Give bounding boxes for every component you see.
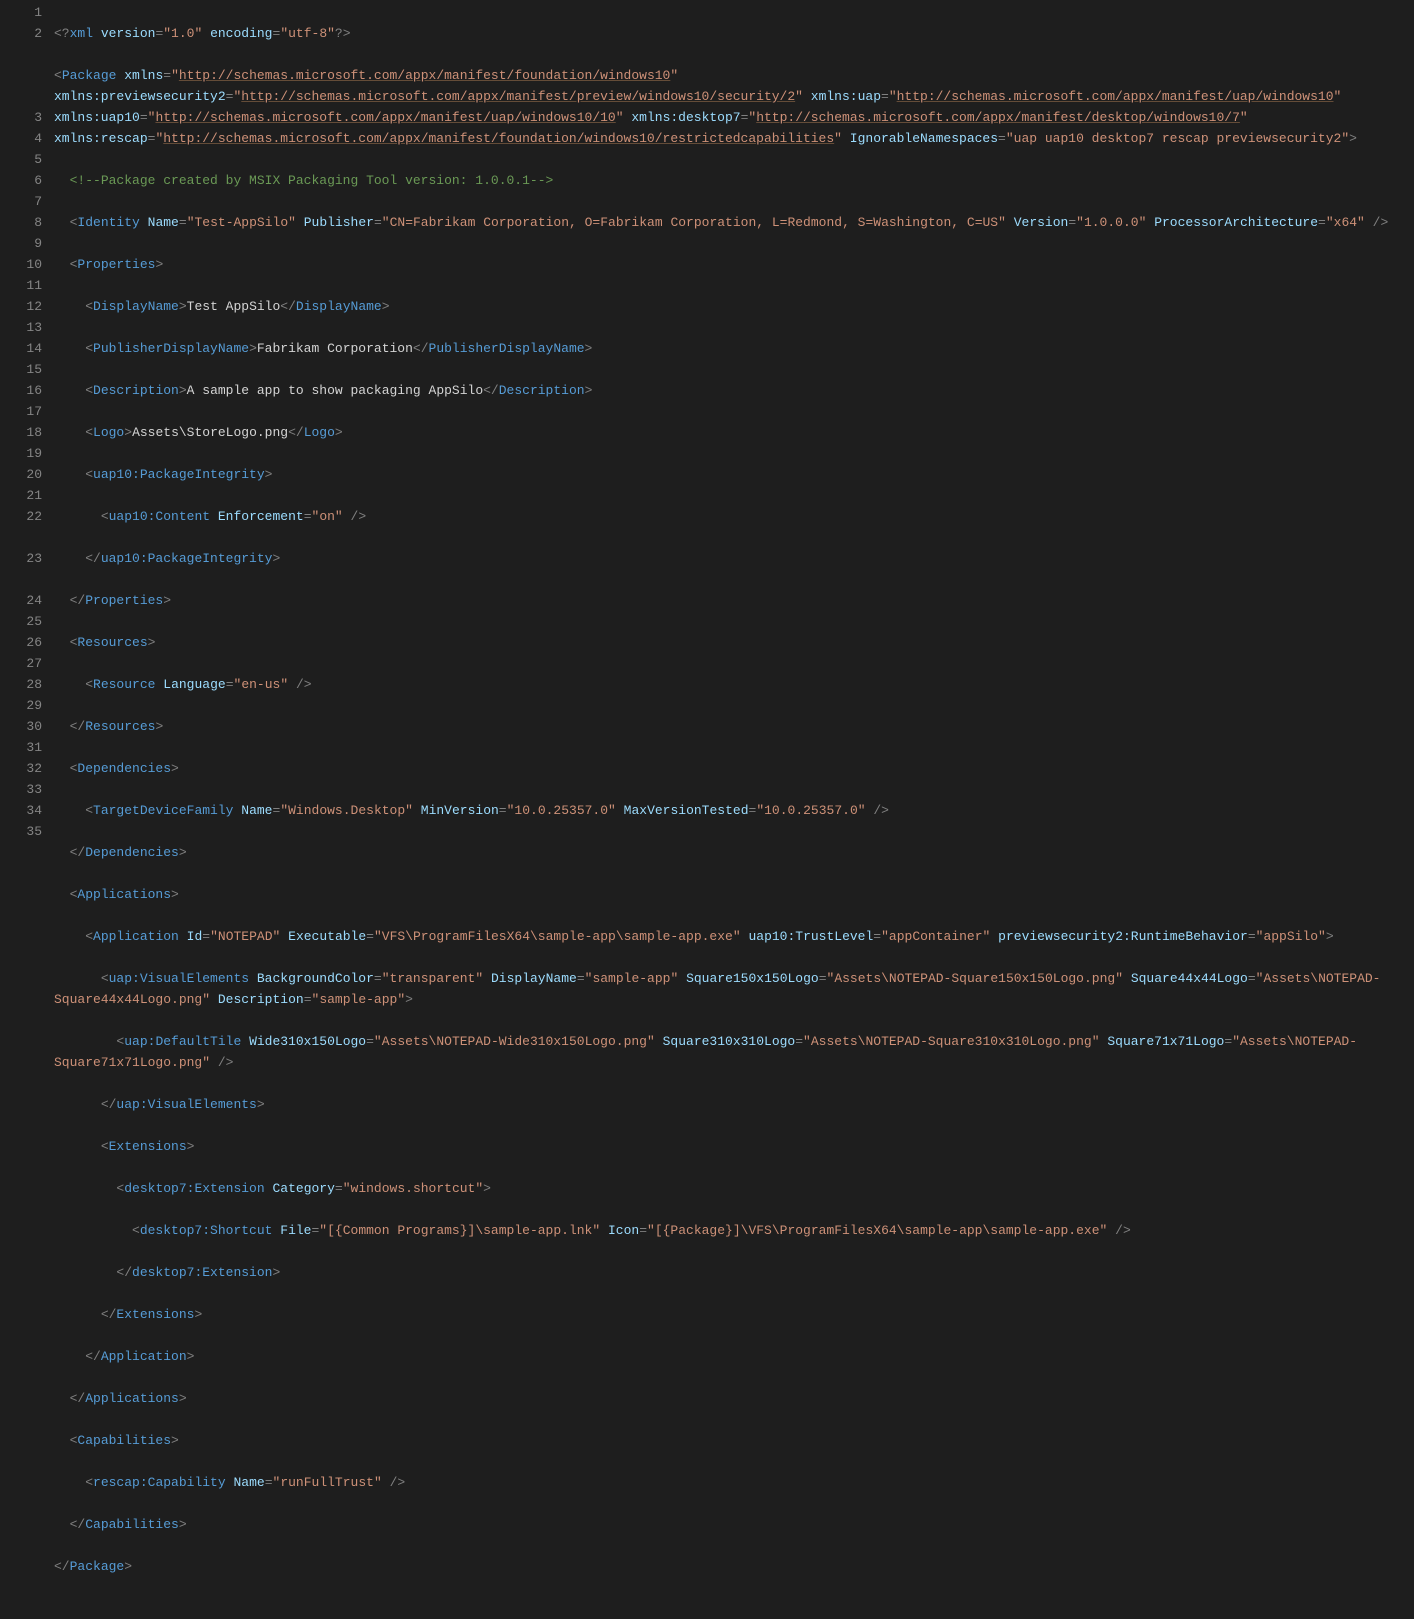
code-line: <Application Id="NOTEPAD" Executable="VF… xyxy=(54,926,1398,947)
code-line: <desktop7:Extension Category="windows.sh… xyxy=(54,1178,1398,1199)
code-line: </Properties> xyxy=(54,590,1398,611)
line-number: 21 xyxy=(0,485,42,506)
code-line: <PublisherDisplayName>Fabrikam Corporati… xyxy=(54,338,1398,359)
line-number: 17 xyxy=(0,401,42,422)
line-number: 3 xyxy=(0,107,42,128)
code-line: <Logo>Assets\StoreLogo.png</Logo> xyxy=(54,422,1398,443)
line-number-gutter: 1234567891011121314151617181920212223242… xyxy=(0,0,54,1619)
line-number: 24 xyxy=(0,590,42,611)
line-number: 31 xyxy=(0,737,42,758)
code-line: <?xml version="1.0" encoding="utf-8"?> xyxy=(54,23,1398,44)
code-line: <DisplayName>Test AppSilo</DisplayName> xyxy=(54,296,1398,317)
code-line: </Dependencies> xyxy=(54,842,1398,863)
code-line: </Applications> xyxy=(54,1388,1398,1409)
code-line: <Capabilities> xyxy=(54,1430,1398,1451)
code-line: <desktop7:Shortcut File="[{Common Progra… xyxy=(54,1220,1398,1241)
code-line: </Package> xyxy=(54,1556,1398,1577)
line-number: 1 xyxy=(0,2,42,23)
code-line: </Capabilities> xyxy=(54,1514,1398,1535)
line-number: 20 xyxy=(0,464,42,485)
line-number: 23 xyxy=(0,548,42,569)
code-line: </Extensions> xyxy=(54,1304,1398,1325)
line-number: 10 xyxy=(0,254,42,275)
line-number: 7 xyxy=(0,191,42,212)
code-line: <!--Package created by MSIX Packaging To… xyxy=(54,170,1398,191)
code-line: </Resources> xyxy=(54,716,1398,737)
code-line: <Dependencies> xyxy=(54,758,1398,779)
line-number: 11 xyxy=(0,275,42,296)
line-number: 14 xyxy=(0,338,42,359)
code-line: <rescap:Capability Name="runFullTrust" /… xyxy=(54,1472,1398,1493)
code-line: <uap:DefaultTile Wide310x150Logo="Assets… xyxy=(54,1031,1398,1073)
code-line: <Properties> xyxy=(54,254,1398,275)
line-number: 16 xyxy=(0,380,42,401)
line-number: 5 xyxy=(0,149,42,170)
line-number: 26 xyxy=(0,632,42,653)
line-number: 32 xyxy=(0,758,42,779)
code-line: <Resources> xyxy=(54,632,1398,653)
code-line: </Application> xyxy=(54,1346,1398,1367)
code-line: <Identity Name="Test-AppSilo" Publisher=… xyxy=(54,212,1398,233)
code-line: <uap:VisualElements BackgroundColor="tra… xyxy=(54,968,1398,1010)
code-line: <Extensions> xyxy=(54,1136,1398,1157)
code-line: <uap10:Content Enforcement="on" /> xyxy=(54,506,1398,527)
line-number: 8 xyxy=(0,212,42,233)
line-number: 19 xyxy=(0,443,42,464)
code-editor: 1234567891011121314151617181920212223242… xyxy=(0,0,1414,1619)
code-line: </uap:VisualElements> xyxy=(54,1094,1398,1115)
line-number: 4 xyxy=(0,128,42,149)
line-number: 22 xyxy=(0,506,42,527)
code-content[interactable]: <?xml version="1.0" encoding="utf-8"?> <… xyxy=(54,0,1414,1619)
line-number: 25 xyxy=(0,611,42,632)
line-number: 2 xyxy=(0,23,42,44)
code-line: </desktop7:Extension> xyxy=(54,1262,1398,1283)
line-number: 12 xyxy=(0,296,42,317)
code-line: </uap10:PackageIntegrity> xyxy=(54,548,1398,569)
line-number: 35 xyxy=(0,821,42,842)
line-number: 33 xyxy=(0,779,42,800)
code-line: <Applications> xyxy=(54,884,1398,905)
line-number: 30 xyxy=(0,716,42,737)
line-number: 29 xyxy=(0,695,42,716)
line-number: 18 xyxy=(0,422,42,443)
line-number: 28 xyxy=(0,674,42,695)
line-number: 6 xyxy=(0,170,42,191)
line-number: 34 xyxy=(0,800,42,821)
line-number: 9 xyxy=(0,233,42,254)
code-line: <Resource Language="en-us" /> xyxy=(54,674,1398,695)
code-line: <TargetDeviceFamily Name="Windows.Deskto… xyxy=(54,800,1398,821)
line-number: 15 xyxy=(0,359,42,380)
line-number: 27 xyxy=(0,653,42,674)
line-number: 13 xyxy=(0,317,42,338)
code-line: <Description>A sample app to show packag… xyxy=(54,380,1398,401)
code-line: <Package xmlns="http://schemas.microsoft… xyxy=(54,65,1398,149)
code-line: <uap10:PackageIntegrity> xyxy=(54,464,1398,485)
